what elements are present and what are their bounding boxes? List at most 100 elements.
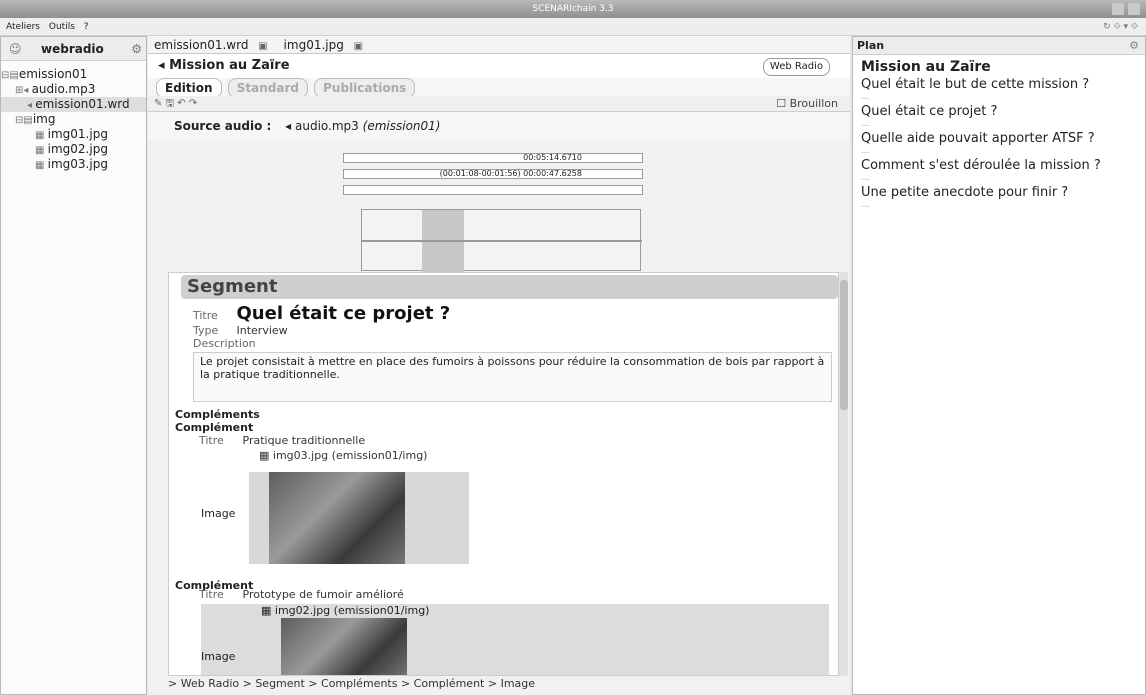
complement-label: Complément xyxy=(175,421,254,434)
plan-item-5-dots: ... xyxy=(861,200,870,210)
tab-publications[interactable]: Publications xyxy=(314,78,416,98)
plan-item-2[interactable]: Quel était ce projet ? xyxy=(861,104,1145,119)
segment-title[interactable]: Quel était ce projet ? xyxy=(237,303,451,324)
waveform[interactable] xyxy=(361,209,642,272)
minimize-button[interactable] xyxy=(1112,3,1124,15)
tree-item-audio[interactable]: ⊞◂ audio.mp3 xyxy=(1,82,146,97)
draft-checkbox[interactable]: ☐ Brouillon xyxy=(776,96,838,112)
source-file[interactable]: audio.mp3 xyxy=(295,119,359,133)
refresh-icon[interactable]: ↻ ⟐ ▾ ⟐ xyxy=(1103,18,1138,36)
menu-help[interactable]: ? xyxy=(84,22,89,32)
gear-icon[interactable]: ⚙ xyxy=(1129,37,1139,55)
title-row: Titre Quel était ce projet ? xyxy=(193,303,842,324)
source-path: (emission01) xyxy=(362,119,441,133)
plan-item-5[interactable]: Une petite anecdote pour finir ? xyxy=(861,185,1145,200)
scrollbar-thumb[interactable] xyxy=(840,280,848,410)
pencil-icon[interactable]: ✎ xyxy=(154,98,162,109)
tree-item-img01[interactable]: ▦ img01.jpg xyxy=(1,127,146,142)
complement2-title[interactable]: Prototype de fumoir amélioré xyxy=(243,588,404,601)
tree-item-emission01-wrd[interactable]: ◂ emission01.wrd xyxy=(1,97,146,112)
document-title: Mission au Zaïre xyxy=(169,58,290,73)
type-row: Type Interview xyxy=(193,324,842,337)
tab-img01[interactable]: img01.jpg ▣ xyxy=(278,38,370,52)
model-badge: Web Radio xyxy=(762,58,830,76)
tree-item-img02[interactable]: ▦ img02.jpg xyxy=(1,142,146,157)
image-icon: ▦ xyxy=(259,449,273,462)
plan-item-1[interactable]: Quel était le but de cette mission ? xyxy=(861,77,1145,92)
complement1-image-label: Image xyxy=(201,507,236,520)
complement2-file-row: ▦ img02.jpg (emission01/img) xyxy=(261,604,829,617)
plan-item-3-dots: ... xyxy=(861,146,870,156)
complement1-file-row: ▦ img03.jpg (emission01/img) xyxy=(259,449,842,462)
plan-root[interactable]: Mission au Zaïre xyxy=(861,59,1145,75)
plan-item-1-dots: ... xyxy=(861,92,870,102)
description-text[interactable]: Le projet consistait à mettre en place d… xyxy=(193,352,832,402)
plan-outline: Mission au Zaïre Quel était le but de ce… xyxy=(853,55,1145,210)
segment-heading: Segment xyxy=(181,275,838,299)
audio-file-icon: ◂ xyxy=(285,119,296,133)
complement1-path: (emission01/img) xyxy=(331,449,428,462)
redo-icon[interactable]: ↷ xyxy=(189,98,197,109)
complement1-image-box xyxy=(249,472,469,564)
workshop-header: ☺ webradio ⚙ xyxy=(1,37,146,61)
audio-source: Source audio : ◂ audio.mp3 (emission01) xyxy=(148,112,850,140)
segment-block: Segment Titre Quel était ce projet ? Typ… xyxy=(168,272,843,676)
menu-ateliers[interactable]: Ateliers xyxy=(6,22,40,32)
speaker-icon: ◂ xyxy=(158,58,170,73)
type-value[interactable]: Interview xyxy=(237,324,288,337)
gear-icon[interactable]: ⚙ xyxy=(131,37,142,61)
complement2-image-label: Image xyxy=(201,650,236,663)
complement1-title[interactable]: Pratique traditionnelle xyxy=(243,434,366,447)
file-tree: ⊟▤emission01 ⊞◂ audio.mp3 ◂ emission01.w… xyxy=(1,61,146,172)
segment-track[interactable]: (00:01:08-00:01:56) 00:00:47.6258 xyxy=(343,169,643,179)
source-label: Source audio : xyxy=(174,119,272,133)
undo-icon[interactable]: ↶ xyxy=(177,98,185,109)
plan-item-4-dots: ... xyxy=(861,173,870,183)
tab-standard[interactable]: Standard xyxy=(227,78,308,98)
tab-edition[interactable]: Edition xyxy=(156,78,222,98)
editor-panel: emission01.wrd ▣ img01.jpg ▣ ◂ Mission a… xyxy=(148,36,850,695)
complement2-image[interactable] xyxy=(281,618,407,675)
breadcrumb[interactable]: > Web Radio > Segment > Compléments > Co… xyxy=(168,675,535,693)
total-track[interactable]: 00:05:14.6710 xyxy=(343,153,643,163)
workshop-icon: ☺ xyxy=(9,42,22,56)
complement2-title-row: Titre Prototype de fumoir amélioré xyxy=(199,588,404,601)
editor-tabs: emission01.wrd ▣ img01.jpg ▣ xyxy=(148,36,850,54)
edit-toolbar: ✎ 🖫 ↶ ↷ ☐ Brouillon xyxy=(148,96,850,112)
complement2-image-row: ▦ img02.jpg (emission01/img) Image xyxy=(201,604,829,675)
close-button[interactable] xyxy=(1128,3,1140,15)
tree-item-emission01[interactable]: ⊟▤emission01 xyxy=(1,67,146,82)
menu-outils[interactable]: Outils xyxy=(49,22,75,32)
window-title: SCENARIchain 3.3 xyxy=(532,4,614,14)
complement2-path: (emission01/img) xyxy=(333,604,430,617)
window-titlebar: SCENARIchain 3.3 xyxy=(0,0,1146,18)
close-tab-icon: ▣ xyxy=(353,41,364,52)
waveform-baseline xyxy=(362,240,642,242)
image-icon: ▦ xyxy=(261,604,275,617)
complement1-title-row: Titre Pratique traditionnelle xyxy=(199,434,366,447)
complement2-file[interactable]: img02.jpg xyxy=(275,604,330,617)
menubar: Ateliers Outils ? ↻ ⟐ ▾ ⟐ xyxy=(0,18,1146,36)
workshop-title: webradio xyxy=(41,42,104,56)
complement1-image[interactable] xyxy=(269,472,405,564)
complements-label: Compléments xyxy=(175,408,260,421)
save-icon[interactable]: 🖫 xyxy=(166,98,175,109)
tab-emission01-wrd[interactable]: emission01.wrd ▣ xyxy=(148,38,274,52)
plan-item-4[interactable]: Comment s'est déroulée la mission ? xyxy=(861,158,1145,173)
plan-item-3[interactable]: Quelle aide pouvait apporter ATSF ? xyxy=(861,131,1145,146)
complement1-file[interactable]: img03.jpg xyxy=(273,449,328,462)
plan-header-title: Plan xyxy=(857,39,885,52)
waveform-mini[interactable] xyxy=(343,185,643,195)
plan-item-2-dots: ... xyxy=(861,119,870,129)
title-label: Titre xyxy=(193,309,218,322)
workshop-panel: ☺ webradio ⚙ ⊟▤emission01 ⊞◂ audio.mp3 ◂… xyxy=(0,36,147,695)
document-header: ◂ Mission au Zaïre Web Radio xyxy=(148,54,850,78)
close-tab-icon: ▣ xyxy=(258,41,268,52)
tree-item-img03[interactable]: ▦ img03.jpg xyxy=(1,157,146,172)
description-label: Description xyxy=(193,337,256,350)
plan-header: Plan ⚙ xyxy=(853,37,1145,55)
tree-item-img[interactable]: ⊟▤img xyxy=(1,112,146,127)
plan-panel: Plan ⚙ Mission au Zaïre Quel était le bu… xyxy=(852,36,1146,695)
mode-tabs: Edition Standard Publications xyxy=(148,78,850,98)
vertical-scrollbar[interactable] xyxy=(838,272,848,676)
